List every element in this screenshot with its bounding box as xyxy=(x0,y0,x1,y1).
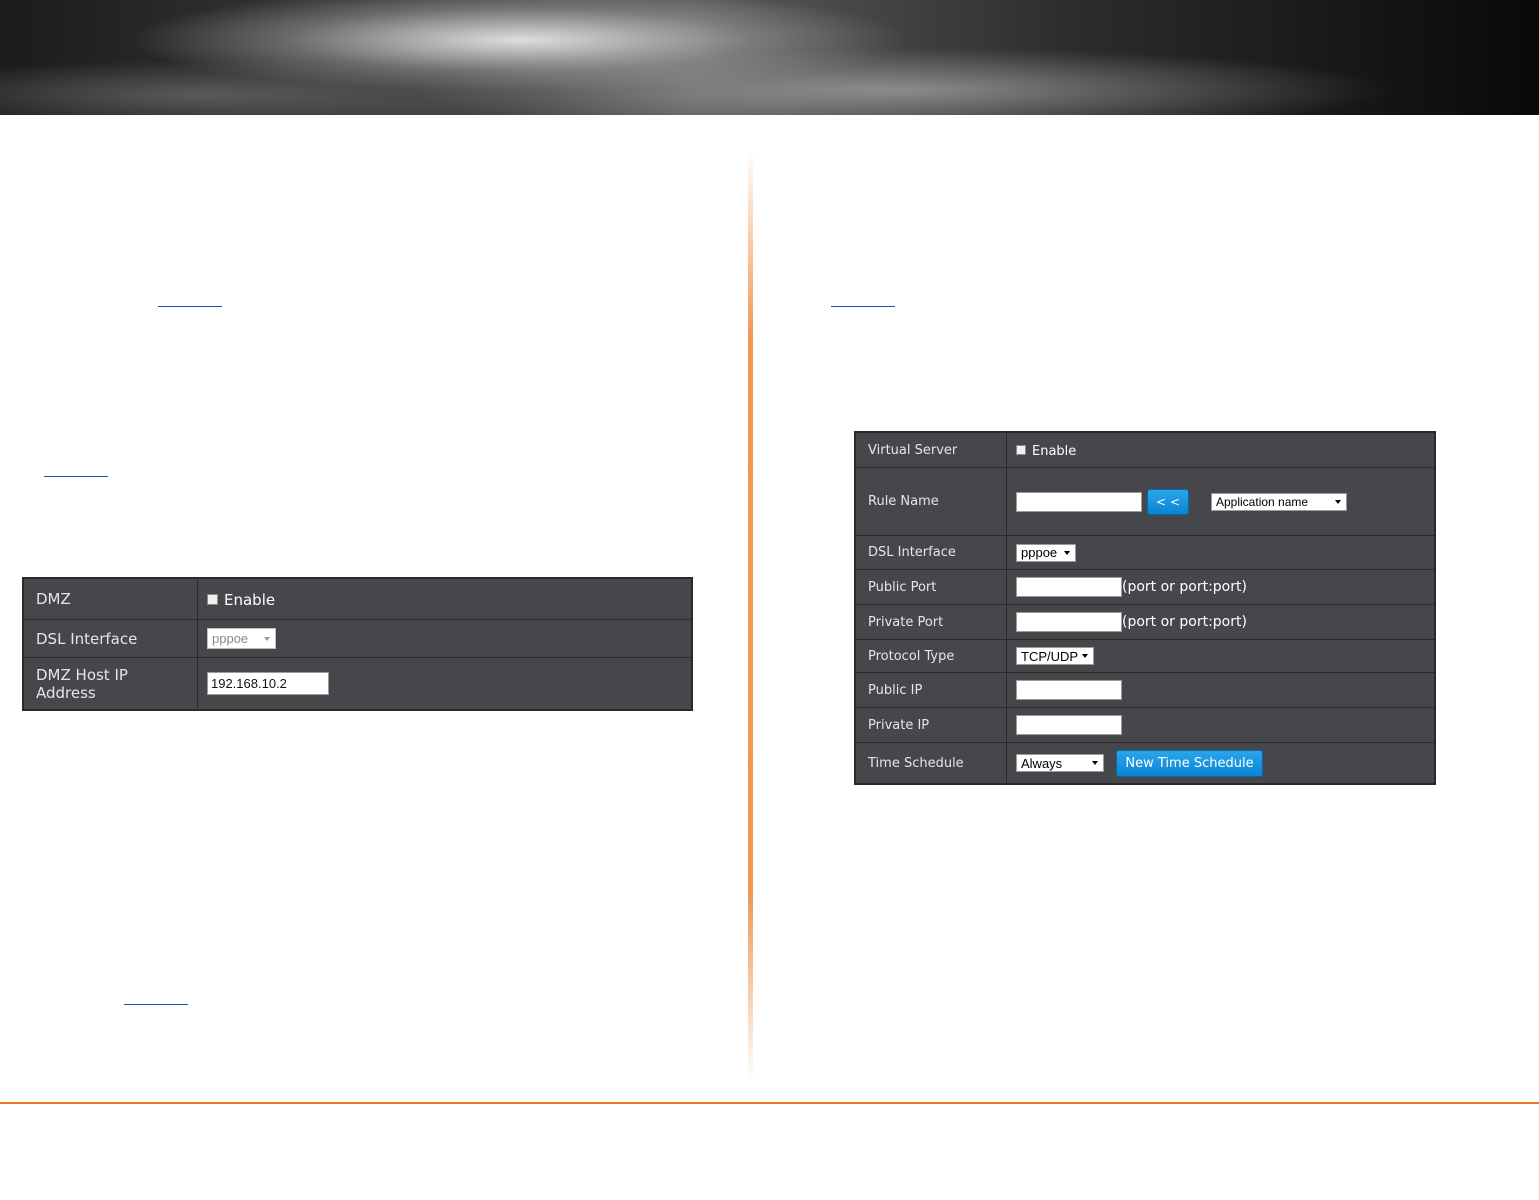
private-port-label: Private Port xyxy=(856,605,1007,639)
virtual-server-panel: Virtual Server Enable Rule Name < < Appl… xyxy=(854,431,1436,785)
dmz-dsl-interface-select[interactable]: pppoe xyxy=(207,628,276,649)
time-schedule-row: Time Schedule Always New Time Schedule xyxy=(856,742,1434,783)
dmz-enable-label: Enable xyxy=(224,591,276,609)
vs-dsl-interface-label: DSL Interface xyxy=(856,536,1007,569)
vs-dsl-interface-select[interactable]: pppoe xyxy=(1016,543,1076,562)
hyperlink-underline[interactable] xyxy=(158,306,222,307)
rule-name-label: Rule Name xyxy=(856,468,1007,535)
copy-application-button[interactable]: < < xyxy=(1147,488,1189,515)
chevron-down-icon xyxy=(1064,550,1070,555)
hyperlink-underline[interactable] xyxy=(124,1004,188,1005)
public-port-hint: (port or port:port) xyxy=(1122,579,1247,595)
private-ip-label: Private IP xyxy=(856,708,1007,742)
dmz-dsl-interface-row: DSL Interface pppoe xyxy=(24,619,691,657)
virtual-server-enable-label: Enable xyxy=(1032,443,1077,459)
dmz-label: DMZ xyxy=(24,579,198,619)
header-banner xyxy=(0,0,1539,115)
virtual-server-enable-control[interactable]: Enable xyxy=(1007,433,1076,467)
time-schedule-label: Time Schedule xyxy=(856,743,1007,783)
private-port-row: Private Port (port or port:port) xyxy=(856,604,1434,639)
chevron-down-icon xyxy=(264,636,270,641)
virtual-server-enable-checkbox[interactable] xyxy=(1016,445,1026,455)
public-ip-input[interactable] xyxy=(1016,680,1122,700)
public-ip-label: Public IP xyxy=(856,673,1007,707)
dmz-row: DMZ Enable xyxy=(24,579,691,619)
public-ip-row: Public IP xyxy=(856,672,1434,707)
virtual-server-label: Virtual Server xyxy=(856,433,1007,467)
dsl-interface-label: DSL Interface xyxy=(24,620,198,657)
private-port-input[interactable] xyxy=(1016,612,1122,632)
vs-dsl-interface-row: DSL Interface pppoe xyxy=(856,535,1434,569)
public-port-label: Public Port xyxy=(856,570,1007,604)
footer-rule xyxy=(0,1102,1539,1104)
protocol-type-label: Protocol Type xyxy=(856,640,1007,672)
public-port-row: Public Port (port or port:port) xyxy=(856,569,1434,604)
dmz-host-ip-label: DMZ Host IP Address xyxy=(24,658,198,709)
time-schedule-select[interactable]: Always xyxy=(1016,754,1104,772)
dmz-enable-control[interactable]: Enable xyxy=(198,579,275,619)
rule-name-row: Rule Name < < Application name xyxy=(856,467,1434,535)
hyperlink-underline[interactable] xyxy=(44,476,108,477)
chevron-down-icon xyxy=(1082,654,1088,658)
application-name-select[interactable]: Application name xyxy=(1211,492,1347,511)
public-port-input[interactable] xyxy=(1016,577,1122,597)
protocol-type-select[interactable]: TCP/UDP xyxy=(1016,647,1094,665)
dmz-host-ip-input[interactable]: 192.168.10.2 xyxy=(207,672,329,695)
rule-name-input[interactable] xyxy=(1016,491,1142,512)
virtual-server-row: Virtual Server Enable xyxy=(856,433,1434,467)
chevron-down-icon xyxy=(1092,761,1098,765)
private-ip-input[interactable] xyxy=(1016,715,1122,735)
private-ip-row: Private IP xyxy=(856,707,1434,742)
column-divider xyxy=(748,150,753,1080)
chevron-down-icon xyxy=(1335,499,1341,504)
hyperlink-underline[interactable] xyxy=(831,306,895,307)
private-port-hint: (port or port:port) xyxy=(1122,614,1247,630)
new-time-schedule-button[interactable]: New Time Schedule xyxy=(1116,749,1263,777)
protocol-type-row: Protocol Type TCP/UDP xyxy=(856,639,1434,672)
dmz-settings-panel: DMZ Enable DSL Interface pppoe DMZ Host … xyxy=(22,577,693,711)
dmz-host-ip-row: DMZ Host IP Address 192.168.10.2 xyxy=(24,657,691,709)
dmz-enable-checkbox[interactable] xyxy=(207,593,218,605)
